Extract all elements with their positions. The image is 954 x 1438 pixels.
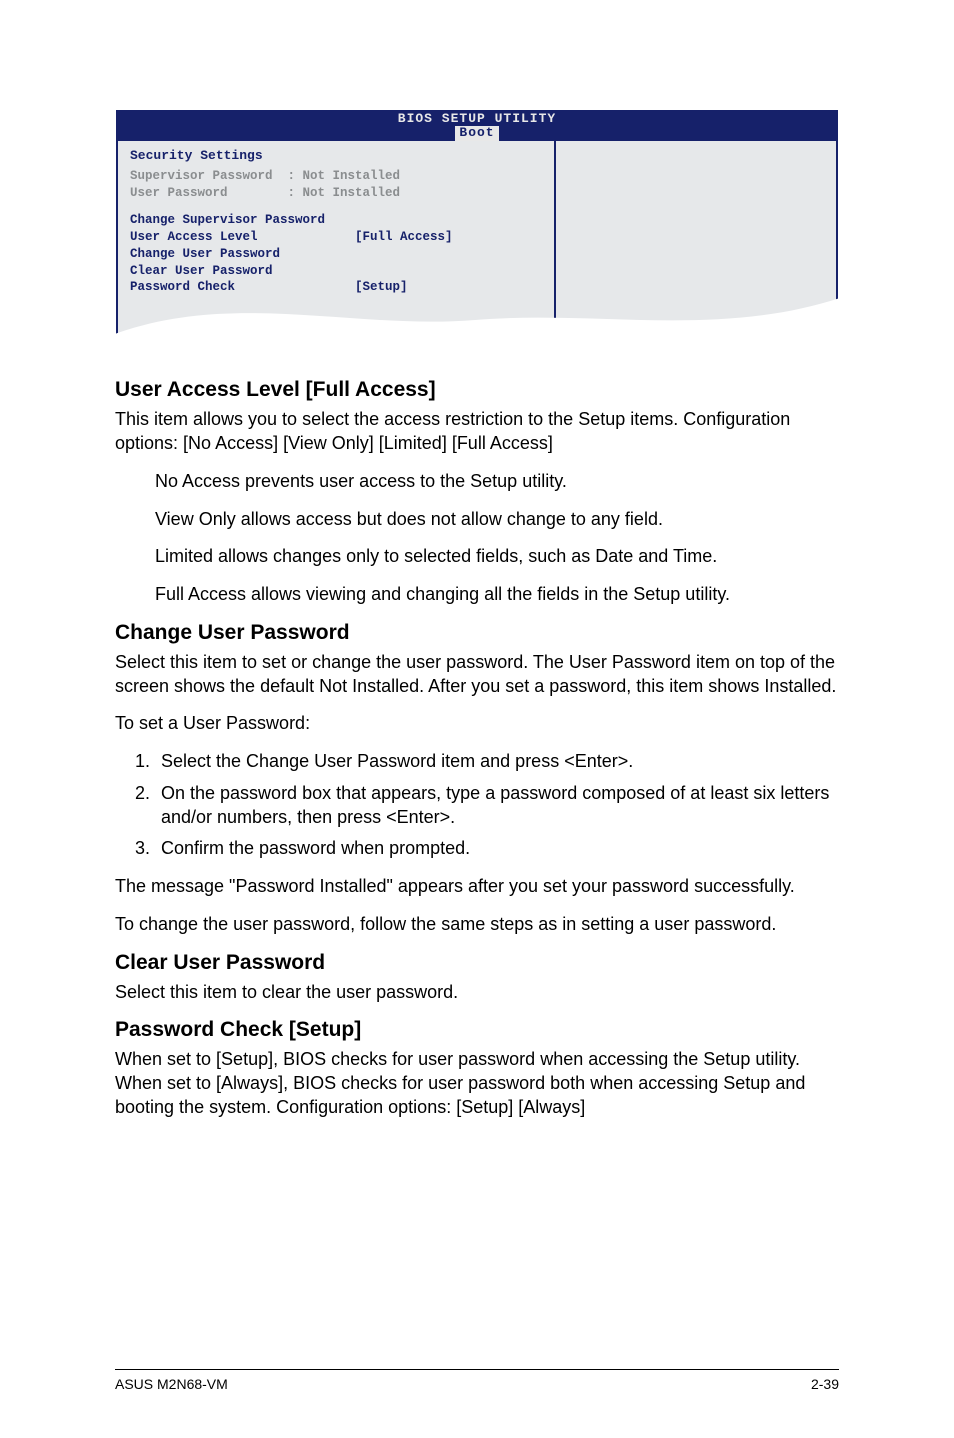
para-clear-user: Select this item to clear the user passw… <box>115 981 839 1005</box>
step-1: Select the Change User Password item and… <box>155 750 839 774</box>
bios-left-panel: Security Settings Supervisor Password : … <box>116 141 556 339</box>
page-footer: ASUS M2N68-VM 2-39 <box>115 1369 839 1392</box>
spacer <box>130 202 544 212</box>
bios-row-supervisor-password: Supervisor Password : Not Installed <box>130 168 544 185</box>
para-ual-full: Full Access allows viewing and changing … <box>155 583 839 607</box>
heading-clear-user-password: Clear User Password <box>115 951 839 975</box>
bios-panel-heading: Security Settings <box>130 147 544 165</box>
bios-body: Security Settings Supervisor Password : … <box>116 141 838 339</box>
step-2: On the password box that appears, type a… <box>155 782 839 830</box>
para-chg-user-2: To set a User Password: <box>115 712 839 736</box>
bios-title-top: BIOS SETUP UTILITY <box>116 112 838 126</box>
para-password-check: When set to [Setup], BIOS checks for use… <box>115 1048 839 1119</box>
bios-row-change-user: Change User Password <box>130 246 544 263</box>
footer-left: ASUS M2N68-VM <box>115 1376 228 1392</box>
bios-right-panel <box>556 141 836 339</box>
bios-row-clear-user: Clear User Password <box>130 263 544 280</box>
para-ual-noaccess: No Access prevents user access to the Se… <box>155 470 839 494</box>
bios-screenshot: BIOS SETUP UTILITY Boot Security Setting… <box>116 110 838 338</box>
footer-right: 2-39 <box>811 1376 839 1392</box>
bios-row-user-password: User Password : Not Installed <box>130 185 544 202</box>
heading-change-user-password: Change User Password <box>115 621 839 645</box>
para-chg-user-3: The message "Password Installed" appears… <box>115 875 839 899</box>
heading-user-access-level: User Access Level [Full Access] <box>115 378 839 402</box>
para-ual-intro: This item allows you to select the acces… <box>115 408 839 456</box>
bios-row-user-access-level: User Access Level [Full Access] <box>130 229 544 246</box>
step-3: Confirm the password when prompted. <box>155 837 839 861</box>
bios-title-tab: Boot <box>455 126 498 140</box>
bios-row-change-supervisor: Change Supervisor Password <box>130 212 544 229</box>
steps-list: Select the Change User Password item and… <box>115 750 839 861</box>
bios-row-password-check: Password Check [Setup] <box>130 279 544 296</box>
bios-titlebar: BIOS SETUP UTILITY Boot <box>116 110 838 141</box>
para-ual-viewonly: View Only allows access but does not all… <box>155 508 839 532</box>
heading-password-check: Password Check [Setup] <box>115 1018 839 1042</box>
para-chg-user-1: Select this item to set or change the us… <box>115 651 839 699</box>
para-ual-limited: Limited allows changes only to selected … <box>155 545 839 569</box>
para-chg-user-4: To change the user password, follow the … <box>115 913 839 937</box>
